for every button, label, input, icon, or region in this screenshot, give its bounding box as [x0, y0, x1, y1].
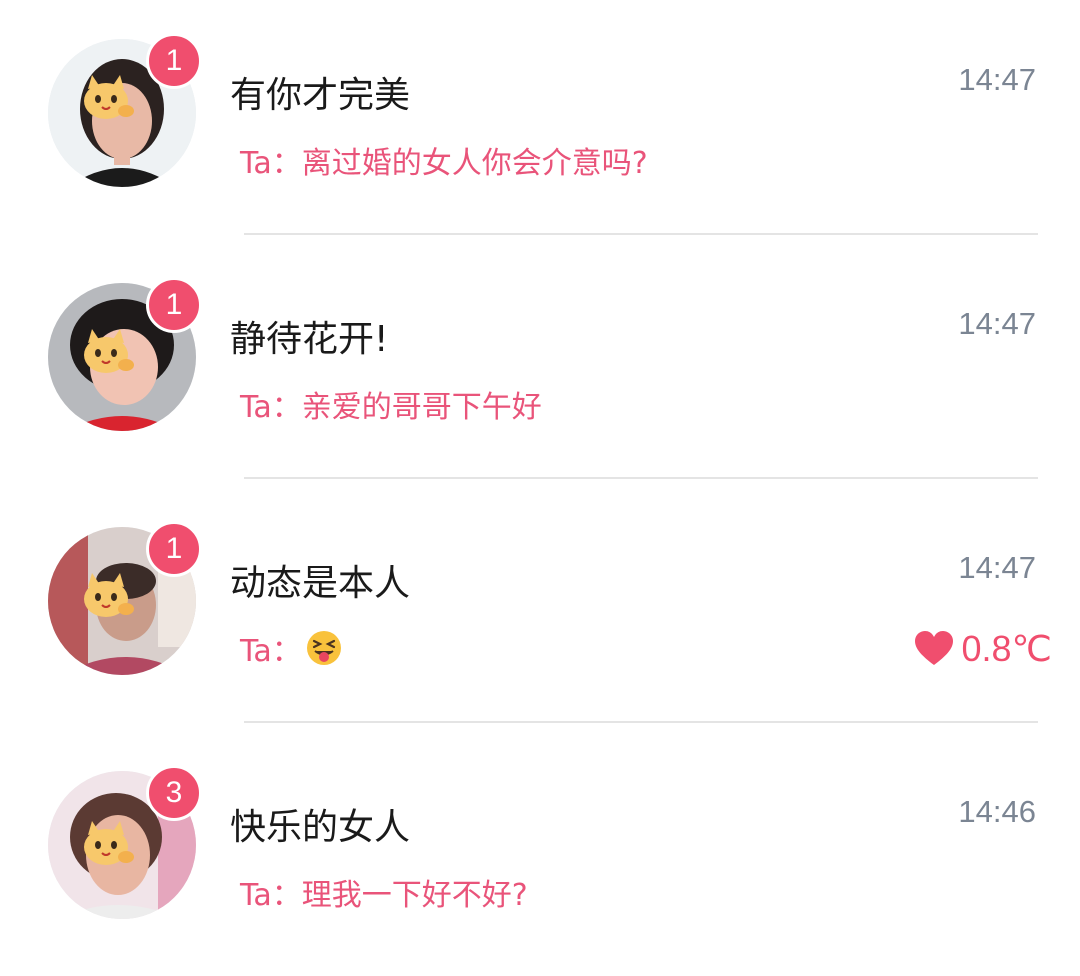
preview-prefix: Ta：: [240, 146, 302, 181]
squinting-tongue-face-emoji-icon: [306, 631, 341, 665]
chat-time: 14:47: [958, 62, 1036, 97]
avatar-wrap[interactable]: 1: [48, 33, 202, 187]
divider: [244, 477, 1038, 479]
chat-name: 静待花开!: [230, 319, 389, 360]
unread-badge: 1: [146, 33, 202, 89]
divider: [244, 721, 1038, 723]
chat-list: 1 有你才完美 14:47 Ta： 离过婚的女人你会介意吗? 1 静待花开! 1…: [0, 0, 1080, 944]
intimacy-score: 0.8℃: [914, 628, 1052, 670]
intimacy-value: 0.8℃: [961, 628, 1052, 669]
chat-name: 动态是本人: [230, 563, 411, 604]
chat-time: 14:47: [958, 550, 1036, 585]
chat-preview: Ta： 亲爱的哥哥下午好: [240, 382, 542, 426]
divider: [244, 233, 1038, 235]
avatar-wrap[interactable]: 3: [48, 765, 202, 919]
preview-text: 亲爱的哥哥下午好: [301, 390, 542, 425]
unread-badge: 1: [146, 521, 202, 577]
unread-badge: 3: [146, 765, 202, 821]
chat-row[interactable]: 1 静待花开! 14:47 Ta： 亲爱的哥哥下午好: [0, 244, 1080, 488]
avatar-wrap[interactable]: 1: [48, 277, 202, 431]
chat-name: 快乐的女人: [230, 807, 411, 848]
chat-row[interactable]: 1 动态是本人 14:47 Ta：: [0, 488, 1080, 732]
chat-preview: Ta：: [240, 626, 342, 670]
cat-sticker-icon: [84, 573, 134, 617]
chat-name: 有你才完美: [230, 75, 411, 116]
chat-preview: Ta： 理我一下好不好?: [240, 870, 528, 914]
chat-time: 14:47: [958, 306, 1036, 341]
preview-text: 理我一下好不好?: [301, 878, 528, 913]
cat-sticker-icon: [84, 821, 134, 865]
unread-badge: 1: [146, 277, 202, 333]
cat-sticker-icon: [84, 75, 134, 119]
chat-row[interactable]: 3 快乐的女人 14:46 Ta： 理我一下好不好?: [0, 732, 1080, 976]
cat-sticker-icon: [84, 329, 134, 373]
preview-text: 离过婚的女人你会介意吗?: [301, 146, 648, 181]
preview-prefix: Ta：: [240, 634, 302, 669]
heart-icon: [914, 631, 953, 665]
chat-time: 14:46: [958, 794, 1036, 829]
avatar-wrap[interactable]: 1: [48, 521, 202, 675]
preview-prefix: Ta：: [240, 390, 302, 425]
preview-prefix: Ta：: [240, 878, 302, 913]
chat-row[interactable]: 1 有你才完美 14:47 Ta： 离过婚的女人你会介意吗?: [0, 0, 1080, 244]
chat-preview: Ta： 离过婚的女人你会介意吗?: [240, 138, 648, 182]
